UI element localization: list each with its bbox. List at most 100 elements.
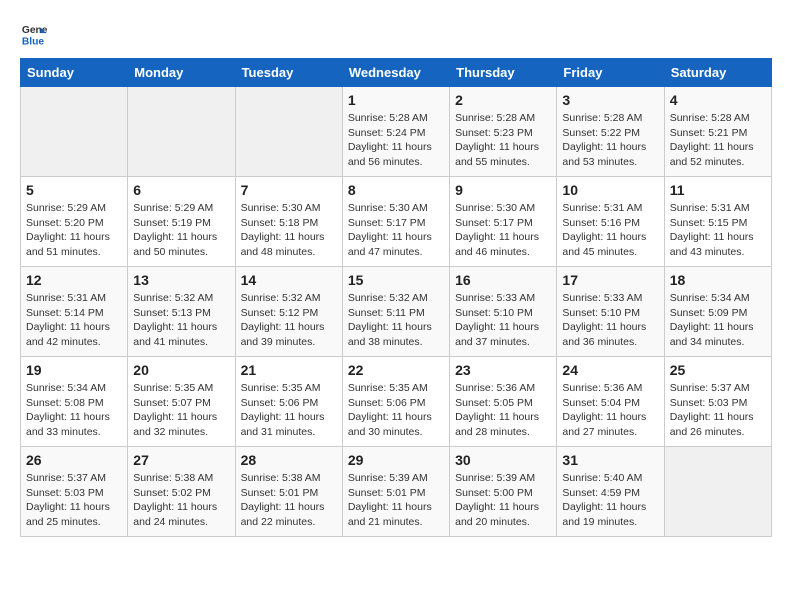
calendar-cell: 23 Sunrise: 5:36 AMSunset: 5:05 PMDayligh… [450, 357, 557, 447]
calendar-cell: 6Sunrise: 5:29 AMSunset: 5:19 PMDaylight… [128, 177, 235, 267]
page-header: General Blue [20, 20, 772, 48]
day-info: Sunrise: 5:37 AMSunset: 5:03 PMDaylight:… [26, 471, 122, 530]
day-number: 11 [670, 182, 766, 198]
calendar-week-1: 1 Sunrise: 5:28 AMSunset: 5:24 PMDaylight… [21, 87, 772, 177]
day-info: Sunrise: 5:29 AMSunset: 5:19 PMDaylight:… [133, 201, 229, 260]
day-info: Sunrise: 5:38 AMSunset: 5:01 PMDaylight:… [241, 471, 337, 530]
calendar-cell: 21 Sunrise: 5:35 AMSunset: 5:06 PMDayligh… [235, 357, 342, 447]
day-info: Sunrise: 5:31 AMSunset: 5:15 PMDaylight:… [670, 201, 766, 260]
day-number: 23 [455, 362, 551, 378]
calendar-cell: 15Sunrise: 5:32 AMSunset: 5:11 PMDayligh… [342, 267, 449, 357]
weekday-header-friday: Friday [557, 59, 664, 87]
calendar-cell: 8 Sunrise: 5:30 AMSunset: 5:17 PMDaylight… [342, 177, 449, 267]
day-number: 9 [455, 182, 551, 198]
day-info: Sunrise: 5:28 AMSunset: 5:21 PMDaylight:… [670, 111, 766, 170]
day-number: 14 [241, 272, 337, 288]
calendar-cell: 1 Sunrise: 5:28 AMSunset: 5:24 PMDaylight… [342, 87, 449, 177]
day-info: Sunrise: 5:33 AMSunset: 5:10 PMDaylight:… [455, 291, 551, 350]
calendar-cell: 16 Sunrise: 5:33 AMSunset: 5:10 PMDayligh… [450, 267, 557, 357]
calendar-cell: 5 Sunrise: 5:29 AMSunset: 5:20 PMDaylight… [21, 177, 128, 267]
day-number: 26 [26, 452, 122, 468]
day-info: Sunrise: 5:36 AMSunset: 5:05 PMDaylight:… [455, 381, 551, 440]
day-info: Sunrise: 5:31 AMSunset: 5:16 PMDaylight:… [562, 201, 658, 260]
calendar-cell: 20 Sunrise: 5:35 AMSunset: 5:07 PMDayligh… [128, 357, 235, 447]
day-number: 8 [348, 182, 444, 198]
calendar-cell: 24Sunrise: 5:36 AMSunset: 5:04 PMDayligh… [557, 357, 664, 447]
day-info: Sunrise: 5:35 AMSunset: 5:07 PMDaylight:… [133, 381, 229, 440]
svg-text:General: General [22, 25, 48, 36]
day-number: 20 [133, 362, 229, 378]
calendar-cell: 10 Sunrise: 5:31 AMSunset: 5:16 PMDayligh… [557, 177, 664, 267]
day-number: 1 [348, 92, 444, 108]
day-info: Sunrise: 5:34 AMSunset: 5:08 PMDaylight:… [26, 381, 122, 440]
calendar-cell [21, 87, 128, 177]
day-info: Sunrise: 5:30 AMSunset: 5:18 PMDaylight:… [241, 201, 337, 260]
calendar-table: SundayMondayTuesdayWednesdayThursdayFrid… [20, 58, 772, 537]
day-info: Sunrise: 5:28 AMSunset: 5:24 PMDaylight:… [348, 111, 444, 170]
calendar-cell: 4 Sunrise: 5:28 AMSunset: 5:21 PMDaylight… [664, 87, 771, 177]
calendar-week-4: 19 Sunrise: 5:34 AMSunset: 5:08 PMDayligh… [21, 357, 772, 447]
weekday-header-tuesday: Tuesday [235, 59, 342, 87]
calendar-cell: 13Sunrise: 5:32 AMSunset: 5:13 PMDayligh… [128, 267, 235, 357]
calendar-week-3: 12Sunrise: 5:31 AMSunset: 5:14 PMDayligh… [21, 267, 772, 357]
calendar-week-5: 26 Sunrise: 5:37 AMSunset: 5:03 PMDayligh… [21, 447, 772, 537]
day-info: Sunrise: 5:32 AMSunset: 5:12 PMDaylight:… [241, 291, 337, 350]
day-number: 22 [348, 362, 444, 378]
day-number: 13 [133, 272, 229, 288]
day-number: 31 [562, 452, 658, 468]
day-info: Sunrise: 5:34 AMSunset: 5:09 PMDaylight:… [670, 291, 766, 350]
day-number: 24 [562, 362, 658, 378]
day-number: 16 [455, 272, 551, 288]
day-info: Sunrise: 5:39 AMSunset: 5:00 PMDaylight:… [455, 471, 551, 530]
day-number: 4 [670, 92, 766, 108]
calendar-cell: 12Sunrise: 5:31 AMSunset: 5:14 PMDayligh… [21, 267, 128, 357]
logo-icon: General Blue [20, 20, 48, 48]
day-number: 25 [670, 362, 766, 378]
day-number: 15 [348, 272, 444, 288]
calendar-cell: 14 Sunrise: 5:32 AMSunset: 5:12 PMDayligh… [235, 267, 342, 357]
day-number: 19 [26, 362, 122, 378]
day-info: Sunrise: 5:35 AMSunset: 5:06 PMDaylight:… [348, 381, 444, 440]
day-info: Sunrise: 5:39 AMSunset: 5:01 PMDaylight:… [348, 471, 444, 530]
day-info: Sunrise: 5:40 AMSunset: 4:59 PMDaylight:… [562, 471, 658, 530]
day-number: 21 [241, 362, 337, 378]
day-number: 18 [670, 272, 766, 288]
day-info: Sunrise: 5:38 AMSunset: 5:02 PMDaylight:… [133, 471, 229, 530]
calendar-cell: 28Sunrise: 5:38 AMSunset: 5:01 PMDayligh… [235, 447, 342, 537]
logo: General Blue [20, 20, 48, 48]
day-number: 12 [26, 272, 122, 288]
day-info: Sunrise: 5:29 AMSunset: 5:20 PMDaylight:… [26, 201, 122, 260]
day-number: 30 [455, 452, 551, 468]
calendar-cell: 29 Sunrise: 5:39 AMSunset: 5:01 PMDayligh… [342, 447, 449, 537]
calendar-cell: 9 Sunrise: 5:30 AMSunset: 5:17 PMDaylight… [450, 177, 557, 267]
weekday-header-thursday: Thursday [450, 59, 557, 87]
day-info: Sunrise: 5:35 AMSunset: 5:06 PMDaylight:… [241, 381, 337, 440]
calendar-cell: 19 Sunrise: 5:34 AMSunset: 5:08 PMDayligh… [21, 357, 128, 447]
day-number: 7 [241, 182, 337, 198]
calendar-cell [128, 87, 235, 177]
day-number: 3 [562, 92, 658, 108]
day-info: Sunrise: 5:30 AMSunset: 5:17 PMDaylight:… [348, 201, 444, 260]
calendar-cell: 2Sunrise: 5:28 AMSunset: 5:23 PMDaylight… [450, 87, 557, 177]
day-number: 10 [562, 182, 658, 198]
svg-text:Blue: Blue [22, 36, 45, 47]
calendar-cell: 11 Sunrise: 5:31 AMSunset: 5:15 PMDayligh… [664, 177, 771, 267]
day-info: Sunrise: 5:30 AMSunset: 5:17 PMDaylight:… [455, 201, 551, 260]
day-number: 29 [348, 452, 444, 468]
calendar-cell: 3 Sunrise: 5:28 AMSunset: 5:22 PMDaylight… [557, 87, 664, 177]
day-info: Sunrise: 5:33 AMSunset: 5:10 PMDaylight:… [562, 291, 658, 350]
calendar-cell: 27Sunrise: 5:38 AMSunset: 5:02 PMDayligh… [128, 447, 235, 537]
calendar-cell: 18 Sunrise: 5:34 AMSunset: 5:09 PMDayligh… [664, 267, 771, 357]
day-number: 17 [562, 272, 658, 288]
calendar-cell: 30 Sunrise: 5:39 AMSunset: 5:00 PMDayligh… [450, 447, 557, 537]
day-info: Sunrise: 5:28 AMSunset: 5:22 PMDaylight:… [562, 111, 658, 170]
weekday-header-sunday: Sunday [21, 59, 128, 87]
day-number: 5 [26, 182, 122, 198]
weekday-header-saturday: Saturday [664, 59, 771, 87]
weekday-header-wednesday: Wednesday [342, 59, 449, 87]
calendar-cell [235, 87, 342, 177]
day-number: 2 [455, 92, 551, 108]
calendar-cell: 22 Sunrise: 5:35 AMSunset: 5:06 PMDayligh… [342, 357, 449, 447]
calendar-cell [664, 447, 771, 537]
calendar-cell: 17 Sunrise: 5:33 AMSunset: 5:10 PMDayligh… [557, 267, 664, 357]
